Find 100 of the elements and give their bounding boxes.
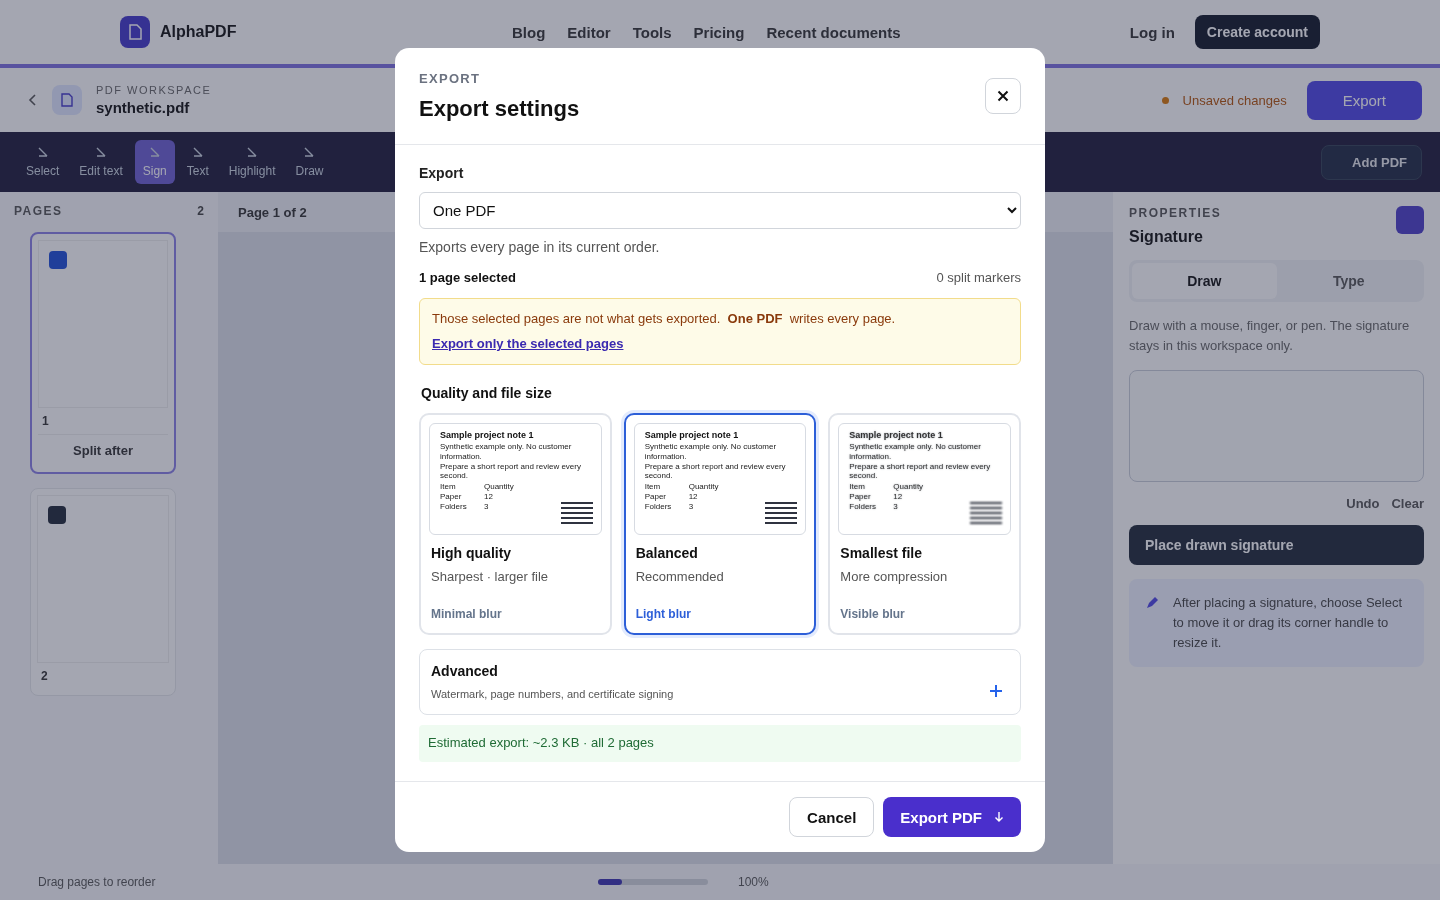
- cancel-button[interactable]: Cancel: [789, 797, 875, 837]
- tip-text: After placing a signature, choose Select to move it or drag its corner handle to resize it.: [1173, 594, 1404, 652]
- advanced-title: Advanced: [431, 663, 499, 679]
- preview-table-cell-text: Quantity: [484, 482, 515, 492]
- nav-link[interactable]: Tools: [632, 23, 672, 41]
- signature-tab[interactable]: Type: [1276, 263, 1421, 299]
- preview-table-cell-text: 12: [484, 492, 494, 502]
- tool-icon: [148, 146, 161, 158]
- preview-table-cell-text: Item: [440, 482, 457, 492]
- preview-text: Synthetic example only. No customer information.: [440, 442, 573, 461]
- zoom-reading: 100%: [738, 875, 769, 889]
- preview-table-cell-text: Folders: [644, 502, 673, 512]
- export-selected-link[interactable]: Export only the selected pages: [432, 336, 624, 351]
- selection-count: 1 page selected: [419, 270, 516, 285]
- workspace-label: PDF WORKSPACE: [96, 84, 212, 96]
- tool-button[interactable]: Draw: [287, 140, 332, 184]
- preview-table-cell-text: Paper: [644, 492, 667, 502]
- signature-tab[interactable]: Draw: [1132, 263, 1277, 299]
- preview-title: Sample project note 1: [849, 430, 944, 441]
- create-account-button[interactable]: Create account: [1194, 15, 1320, 49]
- dialog-eyebrow: EXPORT: [419, 71, 482, 86]
- pages-count: 2: [197, 204, 204, 218]
- preview-table-cell-text: 3: [688, 502, 695, 512]
- preview-table-cell-text: Paper: [849, 492, 872, 502]
- page-number: 1: [42, 414, 49, 428]
- logo-icon: [120, 16, 150, 48]
- login-link[interactable]: Log in: [1129, 23, 1175, 41]
- pages-title: PAGES: [14, 204, 63, 218]
- brand-name[interactable]: AlphaPDF: [160, 23, 237, 41]
- tool-button[interactable]: Sign: [134, 140, 175, 184]
- tool-icon: [36, 146, 49, 158]
- nav-link[interactable]: Editor: [567, 23, 611, 41]
- quality-option[interactable]: Sample project note 1 Synthetic example only. No customer information. Prepare a short report and review every second. Item Quantity Paper 12 Folders 3 High quality Sharpest · larger file Minimal blur: [419, 413, 612, 635]
- warning-text: Those selected pages are not what gets exported. One PDF writes every page.: [432, 311, 896, 326]
- preview-text: Prepare a short report and review every second.: [440, 461, 582, 481]
- preview-table-cell-text: 12: [688, 492, 699, 502]
- tool-icon: [191, 146, 204, 158]
- tool-icon: [95, 146, 108, 158]
- tool-button[interactable]: Highlight: [220, 140, 284, 184]
- zoom-slider[interactable]: [598, 879, 708, 885]
- back-icon[interactable]: [28, 94, 38, 106]
- file-icon: [52, 85, 82, 115]
- quality-option[interactable]: Sample project note 1 Synthetic example only. No customer information. Prepare a short report and review every second. Item Quantity Paper 12 Folders 3 Smallest file More compression Visible blur: [828, 413, 1021, 635]
- signature-hint: Draw with a mouse, finger, or pen. The signature stays in this workspace only.: [1129, 317, 1411, 355]
- page-thumbnail[interactable]: 2: [30, 488, 176, 696]
- export-pdf-button[interactable]: Export PDF: [883, 797, 1021, 837]
- nav-link[interactable]: Recent documents: [766, 23, 901, 41]
- warning-icon: [1161, 96, 1169, 104]
- place-signature-button[interactable]: Place drawn signature: [1129, 525, 1424, 565]
- preview-table-cell-text: Item: [644, 482, 662, 492]
- preview-table-cell-text: Folders: [440, 502, 468, 512]
- reorder-hint: Drag pages to reorder: [38, 875, 157, 889]
- section-title: Quality and file size: [421, 385, 553, 401]
- preview-table-cell-text: 12: [893, 492, 904, 502]
- stripes-icon: [970, 502, 1002, 526]
- undo-link[interactable]: Undo: [1346, 496, 1380, 511]
- page-mark: [49, 251, 67, 269]
- preview-table-cell-text: 3: [893, 502, 899, 512]
- page-mark: [48, 506, 66, 524]
- preview-text: Prepare a short report and review every second.: [849, 461, 992, 481]
- preview-table-cell-text: Folders: [849, 502, 877, 512]
- tool-icon: [246, 146, 259, 158]
- preview-table-cell-text: 3: [484, 502, 490, 512]
- export-button[interactable]: Export: [1306, 80, 1422, 120]
- preview-title: Sample project note 1: [440, 430, 535, 441]
- tool-icon: [303, 146, 316, 158]
- field-hint: Exports every page in its current order.: [419, 239, 661, 255]
- page-number: 2: [41, 669, 48, 683]
- clear-link[interactable]: Clear: [1391, 496, 1424, 511]
- advanced-subtitle: Watermark, page numbers, and certificate signing: [431, 688, 674, 700]
- arrow-down-icon: [994, 811, 1004, 823]
- preview-text: Synthetic example only. No customer information.: [644, 442, 778, 461]
- dialog-title: Export settings: [419, 96, 580, 122]
- plus-icon[interactable]: [990, 685, 1002, 697]
- close-icon: [997, 90, 1009, 102]
- split-marker-count: 0 split markers: [936, 270, 1021, 285]
- tool-button[interactable]: Text: [178, 140, 217, 184]
- preview-title: Sample project note 1: [644, 430, 740, 441]
- preview-table-cell-text: Quantity: [893, 482, 925, 492]
- tool-button[interactable]: Edit text: [71, 140, 131, 184]
- nav-link[interactable]: Blog: [512, 23, 546, 41]
- close-button[interactable]: [985, 78, 1021, 114]
- nav-link[interactable]: Pricing: [693, 23, 745, 41]
- pen-icon: [1145, 596, 1159, 610]
- stripes-icon: [765, 502, 798, 526]
- preview-text: Synthetic example only. No customer information.: [849, 442, 982, 461]
- quality-option[interactable]: Sample project note 1 Synthetic example only. No customer information. Prepare a short report and review every second. Item Quantity Paper 12 Folders 3 Balanced Recommended Light blur: [623, 413, 817, 635]
- page-thumbnail[interactable]: 1 Split after: [30, 232, 176, 474]
- field-label: Export: [419, 165, 465, 181]
- export-select[interactable]: One PDF: [419, 192, 1021, 229]
- advanced-section[interactable]: Advanced Watermark, page numbers, and certificate signing: [419, 649, 1021, 715]
- add-pdf-button[interactable]: Add PDF: [1321, 144, 1422, 180]
- unsaved-status: Unsaved changes: [1182, 92, 1287, 108]
- tool-button[interactable]: Select: [18, 140, 68, 184]
- stripes-icon: [560, 502, 593, 526]
- export-estimate: Estimated export: ~2.3 KB · all 2 pages: [419, 725, 1021, 762]
- preview-table-cell-text: Paper: [440, 492, 463, 502]
- page-indicator: Page 1 of 2: [238, 204, 307, 220]
- preview-text: Prepare a short report and review every second.: [644, 461, 787, 481]
- file-name: synthetic.pdf: [96, 99, 191, 116]
